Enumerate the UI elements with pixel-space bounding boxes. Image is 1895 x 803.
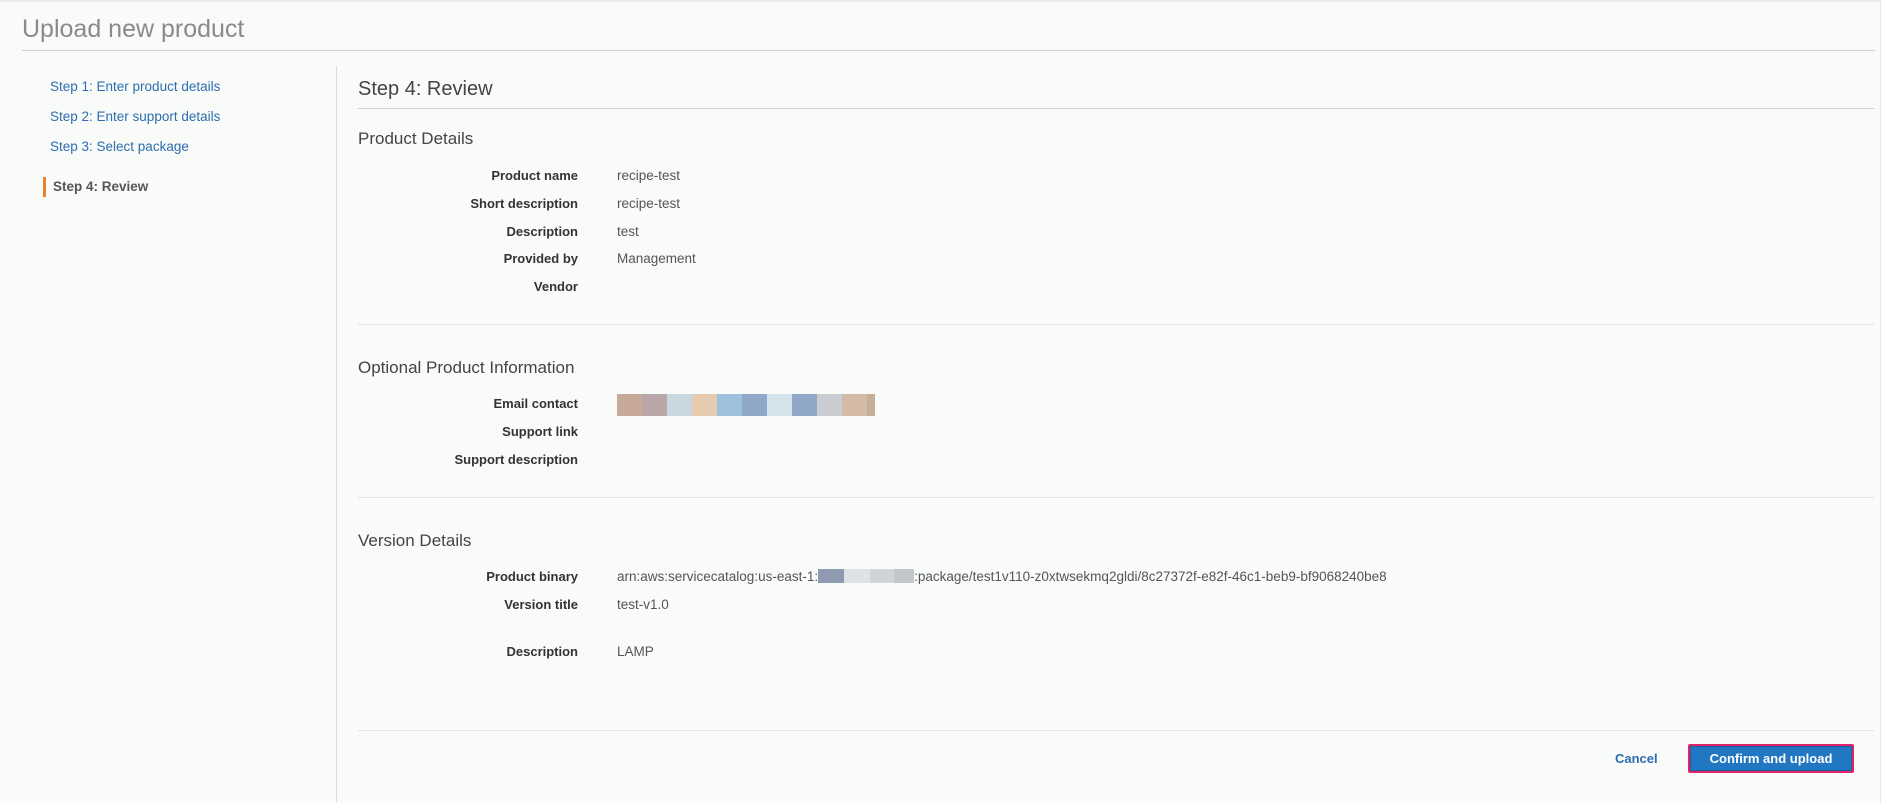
version-title-label: Version title — [504, 597, 578, 612]
wizard-step-nav: Step 1: Enter product details Step 2: En… — [0, 66, 337, 803]
product-binary-label: Product binary — [486, 569, 578, 584]
provided-by-label: Provided by — [503, 251, 578, 266]
footer-divider — [358, 730, 1874, 731]
step-current-review: Step 4: Review — [43, 177, 148, 197]
product-name-label: Product name — [491, 168, 578, 183]
description-value: test — [617, 224, 639, 239]
redacted-pixelation — [617, 394, 875, 416]
section-divider — [358, 324, 1874, 325]
arn-prefix: arn:aws:servicecatalog:us-east-1: — [617, 569, 819, 584]
product-name-value: recipe-test — [617, 168, 681, 183]
step-link-support-details[interactable]: Step 2: Enter support details — [50, 109, 220, 124]
window-right-edge — [1880, 0, 1895, 803]
page-title: Upload new product — [22, 15, 245, 43]
version-description-label: Description — [506, 644, 578, 659]
short-description-label: Short description — [470, 196, 578, 211]
support-link-label: Support link — [502, 424, 578, 439]
section-divider — [358, 497, 1874, 498]
heading-divider — [358, 108, 1874, 109]
confirm-and-upload-button[interactable]: Confirm and upload — [1688, 744, 1854, 773]
title-divider — [22, 50, 1875, 51]
email-contact-value — [617, 394, 875, 416]
redacted-account-id — [818, 569, 915, 584]
support-description-label: Support description — [454, 452, 579, 467]
step-link-select-package[interactable]: Step 3: Select package — [50, 139, 189, 154]
description-label: Description — [506, 224, 578, 239]
version-description-value: LAMP — [617, 644, 654, 659]
product-details-title: Product Details — [358, 129, 474, 148]
version-title-value: test-v1.0 — [617, 597, 669, 612]
provided-by-value: Management — [617, 251, 696, 266]
version-details-title: Version Details — [358, 531, 472, 550]
cancel-button[interactable]: Cancel — [1615, 751, 1658, 766]
product-binary-value: arn:aws:servicecatalog:us-east-1: :packag… — [617, 569, 1387, 584]
arn-suffix: :package/test1v110-z0xtwsekmq2gldi/8c273… — [914, 569, 1387, 584]
review-heading: Step 4: Review — [358, 78, 493, 100]
vendor-label: Vendor — [533, 279, 578, 294]
optional-info-title: Optional Product Information — [358, 358, 575, 377]
window-top-edge — [0, 0, 1895, 2]
step-link-product-details[interactable]: Step 1: Enter product details — [50, 79, 220, 94]
email-contact-label: Email contact — [493, 396, 578, 411]
short-description-value: recipe-test — [617, 196, 681, 211]
